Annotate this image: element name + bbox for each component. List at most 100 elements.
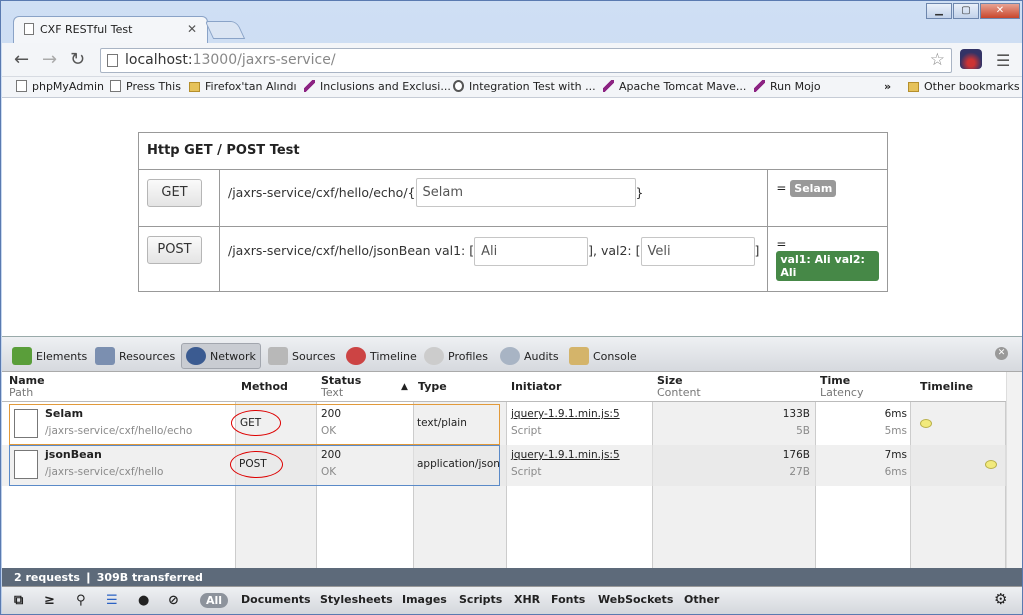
tab-sources[interactable]: Sources <box>268 347 336 365</box>
timeline-bar <box>985 460 997 469</box>
browser-window: CXF RESTful Test ✕ ▁ ▢ ✕ ← → ↻ localhost… <box>0 0 1023 615</box>
bookmark-item[interactable]: Press This <box>110 80 181 93</box>
tab-elements[interactable]: Elements <box>12 347 87 365</box>
echo-input[interactable]: Selam <box>415 178 636 207</box>
result-equals: = <box>776 237 787 251</box>
dock-icon[interactable]: ⧉ <box>14 593 23 608</box>
filter-stylesheets[interactable]: Stylesheets <box>320 593 393 606</box>
bookmark-label: Firefox'tan Alındı <box>205 80 297 93</box>
filter-images[interactable]: Images <box>402 593 447 606</box>
devtools-bottom-bar: ⧉ ≥ ⚲ ☰ ● ⊘ All Documents Stylesheets Im… <box>2 586 1022 614</box>
minimize-button[interactable]: ▁ <box>926 3 952 19</box>
close-window-button[interactable]: ✕ <box>980 3 1020 19</box>
timeline-icon <box>346 347 366 365</box>
bookmark-label: Press This <box>126 80 181 93</box>
vertical-scrollbar[interactable] <box>1006 372 1022 568</box>
record-icon[interactable]: ● <box>138 593 149 608</box>
col-initiator[interactable]: Initiator <box>511 381 561 393</box>
tab-label: Profiles <box>448 350 488 363</box>
initiator-type: Script <box>511 425 542 437</box>
col-size[interactable]: Size Content <box>657 375 701 399</box>
clear-icon[interactable]: ⊘ <box>168 593 179 608</box>
bookmark-label: Apache Tomcat Mave... <box>619 80 747 93</box>
menu-icon[interactable]: ☰ <box>996 51 1010 70</box>
filter-xhr[interactable]: XHR <box>514 593 540 606</box>
table-row[interactable]: Selam /jaxrs-service/cxf/hello/echo GET … <box>2 404 1006 445</box>
filter-fonts[interactable]: Fonts <box>551 593 585 606</box>
bookmark-label: phpMyAdmin <box>32 80 104 93</box>
col-method[interactable]: Method <box>241 381 288 393</box>
status-text: OK <box>321 466 337 478</box>
back-icon[interactable]: ← <box>14 49 29 70</box>
bookmark-item[interactable]: phpMyAdmin <box>16 80 104 93</box>
size-value: 176B <box>782 449 810 461</box>
col-latency-label: Latency <box>820 386 864 399</box>
initiator-link[interactable]: jquery-1.9.1.min.js:5 <box>511 447 620 463</box>
tab-timeline[interactable]: Timeline <box>346 347 417 365</box>
col-time[interactable]: Time Latency <box>820 375 863 399</box>
tab-console[interactable]: Console <box>569 347 637 365</box>
extension-icon[interactable] <box>960 49 982 69</box>
other-bookmarks-folder[interactable]: Other bookmarks <box>908 80 1020 93</box>
bookmark-item[interactable]: Run Mojo <box>754 80 821 93</box>
status-code: 200 <box>321 449 342 461</box>
page-title: Http GET / POST Test <box>138 132 888 170</box>
bookmark-item[interactable]: Firefox'tan Alındı <box>189 80 297 93</box>
gear-icon[interactable]: ⚙ <box>994 590 1007 608</box>
tab-label: Elements <box>36 350 88 363</box>
close-devtools-icon[interactable]: ✕ <box>995 347 1008 360</box>
bookmark-item[interactable]: Apache Tomcat Mave... <box>603 80 746 93</box>
filter-all[interactable]: All <box>200 593 229 608</box>
filter-other[interactable]: Other <box>684 593 719 606</box>
console-drawer-icon[interactable]: ≥ <box>44 593 55 608</box>
elements-icon <box>12 347 32 365</box>
initiator-link[interactable]: jquery-1.9.1.min.js:5 <box>511 406 620 422</box>
apache-feather-icon <box>304 80 315 92</box>
initiator-type: Script <box>511 466 542 478</box>
val1-input[interactable]: Ali <box>474 237 589 266</box>
large-rows-icon[interactable]: ☰ <box>106 593 118 608</box>
time-value: 6ms <box>884 408 907 420</box>
apache-feather-icon <box>603 80 614 92</box>
col-status[interactable]: Status Text <box>321 375 361 399</box>
bookmark-item[interactable]: Integration Test with ... <box>453 80 596 93</box>
tab-audits[interactable]: Audits <box>500 347 559 365</box>
forward-icon[interactable]: → <box>42 49 57 70</box>
filter-websockets[interactable]: WebSockets <box>598 593 673 606</box>
grid-header: Name Path Method Status Text ▲ Type Initia… <box>2 372 1006 402</box>
new-tab-button[interactable] <box>204 21 246 39</box>
get-button[interactable]: GET <box>147 179 202 207</box>
filter-scripts[interactable]: Scripts <box>459 593 502 606</box>
request-method: GET <box>240 417 262 429</box>
filter-documents[interactable]: Documents <box>241 593 311 606</box>
search-icon[interactable]: ⚲ <box>76 593 86 608</box>
url-path: 13000/jaxrs-service/ <box>192 52 336 68</box>
request-path: /jaxrs-service/cxf/hello/echo <box>45 425 193 437</box>
address-bar[interactable]: localhost:13000/jaxrs-service/ ☆ <box>100 48 952 73</box>
tab-network[interactable]: Network <box>181 343 261 369</box>
col-text-label: Text <box>321 386 344 399</box>
col-type[interactable]: Type <box>418 381 447 393</box>
post-button[interactable]: POST <box>147 236 202 264</box>
get-result-badge: Selam <box>790 180 837 197</box>
reload-icon[interactable]: ↻ <box>70 49 85 70</box>
col-timeline[interactable]: Timeline <box>920 381 973 393</box>
tab-profiles[interactable]: Profiles <box>424 347 488 365</box>
browser-tab[interactable]: CXF RESTful Test ✕ <box>13 16 208 43</box>
devtools-panel: Elements Resources Network Sources Timel… <box>2 336 1022 614</box>
tab-title: CXF RESTful Test <box>40 23 133 36</box>
col-name[interactable]: Name Path <box>9 375 45 399</box>
col-content-label: Content <box>657 386 701 399</box>
profiles-icon <box>424 347 444 365</box>
bookmark-star-icon[interactable]: ☆ <box>930 50 945 70</box>
tab-label: Audits <box>524 350 559 363</box>
page-icon <box>16 80 27 92</box>
val2-input[interactable]: Veli <box>640 237 755 266</box>
close-tab-icon[interactable]: ✕ <box>187 22 197 36</box>
bookmark-item[interactable]: Inclusions and Exclusi... <box>304 80 451 93</box>
table-row[interactable]: jsonBean /jaxrs-service/cxf/hello POST 2… <box>2 445 1006 486</box>
maximize-button[interactable]: ▢ <box>953 3 979 19</box>
tab-resources[interactable]: Resources <box>95 347 175 365</box>
bookmarks-overflow-button[interactable]: » <box>884 80 891 93</box>
latency-value: 6ms <box>884 466 907 478</box>
